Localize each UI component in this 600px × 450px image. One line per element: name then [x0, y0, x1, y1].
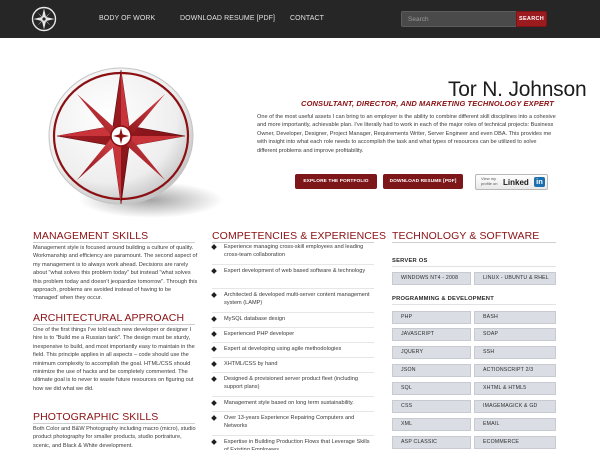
list-item-text: Expert development of web based software… — [224, 268, 366, 274]
divider — [392, 266, 556, 267]
management-skills-text: Management style is focused around build… — [33, 245, 198, 302]
tech-item: ECOMMERCE — [474, 436, 556, 449]
diamond-bullet-icon — [211, 400, 217, 406]
linkedin-profile-badge[interactable]: View my profile on Linked in — [475, 174, 548, 190]
download-resume-button[interactable]: DOWNLOAD RESUME [PDF] — [383, 174, 463, 189]
linkedin-wordmark: Linked — [503, 178, 529, 187]
explore-portfolio-button[interactable]: EXPLORE THE PORTFOLIO — [295, 174, 377, 189]
tech-item: SQL — [392, 382, 471, 395]
diamond-bullet-icon — [211, 316, 217, 322]
compass-emblem-logo — [48, 67, 223, 218]
list-item-text: Experience managing cross-skill employee… — [224, 244, 364, 259]
list-item: Expert at developing using agile methodo… — [211, 345, 374, 353]
linkedin-badge-line2: profile on — [481, 181, 498, 186]
diamond-bullet-icon — [211, 376, 217, 382]
architectural-approach-text: One of the first things I've told each n… — [33, 327, 195, 392]
tech-item: JAVASCRIPT — [392, 328, 471, 341]
tech-item: WINDOWS NT4 - 2008 — [392, 272, 471, 285]
diamond-bullet-icon — [211, 361, 217, 367]
list-item: Over 13-years Experience Repairing Compu… — [211, 414, 374, 431]
technology-heading: TECHNOLOGY & SOFTWARE — [392, 230, 540, 242]
list-item: Experience managing cross-skill employee… — [211, 243, 374, 260]
server-os-heading: SERVER OS — [392, 258, 428, 264]
management-skills-heading: MANAGEMENT SKILLS — [33, 230, 149, 242]
tech-item: EMAIL — [474, 418, 556, 431]
tech-item: JQUERY — [392, 346, 471, 359]
tech-item: LINUX - UBUNTU & RHEL — [474, 272, 556, 285]
list-item: Architected & developed multi-server con… — [211, 291, 374, 308]
photographic-skills-heading: PHOTOGRAPHIC SKILLS — [33, 411, 159, 423]
list-item: Expertise in Building Production Flows t… — [211, 438, 374, 450]
divider — [33, 242, 195, 243]
divider — [212, 372, 374, 373]
diamond-bullet-icon — [211, 439, 217, 445]
search-button[interactable]: SEARCH — [516, 11, 547, 27]
top-navbar: BODY OF WORK DOWNLOAD RESUME [PDF] CONTA… — [0, 0, 600, 38]
divider — [212, 357, 374, 358]
divider — [33, 423, 195, 424]
list-item-text: Expert at developing using agile methodo… — [224, 346, 342, 352]
divider — [212, 312, 374, 313]
diamond-bullet-icon — [211, 415, 217, 421]
list-item-text: Management style based on long term sust… — [224, 400, 354, 406]
architectural-approach-heading: ARCHITECTURAL APPROACH — [33, 312, 185, 324]
divider — [33, 324, 195, 325]
divider — [212, 342, 374, 343]
list-item-text: Architected & developed multi-server con… — [224, 292, 370, 307]
logo-icon[interactable] — [31, 6, 57, 32]
list-item: XHTML/CSS by hand — [211, 360, 374, 368]
list-item-text: Expertise in Building Production Flows t… — [224, 439, 370, 450]
divider — [212, 327, 374, 328]
divider — [212, 288, 374, 289]
list-item: Management style based on long term sust… — [211, 399, 374, 407]
nav-link-body-of-work[interactable]: BODY OF WORK — [99, 15, 155, 22]
photographic-skills-text: Both Color and B&W Photography including… — [33, 426, 196, 449]
list-item-text: Experienced PHP developer — [224, 331, 295, 337]
divider — [212, 396, 374, 397]
tech-item: ASP CLASSIC — [392, 436, 471, 449]
search-input[interactable] — [401, 11, 517, 27]
diamond-bullet-icon — [211, 331, 217, 337]
tech-item: XHTML & HTML5 — [474, 382, 556, 395]
list-item: Designed & provisioned server product fl… — [211, 375, 374, 392]
list-item: Expert development of web based software… — [211, 267, 374, 275]
tech-item: JSON — [392, 364, 471, 377]
divider — [212, 435, 374, 436]
tech-item: ACTIONSCRIPT 2/3 — [474, 364, 556, 377]
divider — [392, 242, 556, 243]
list-item-text: XHTML/CSS by hand — [224, 361, 278, 367]
list-item: Experienced PHP developer — [211, 330, 374, 338]
tech-item: XML — [392, 418, 471, 431]
divider — [392, 304, 556, 305]
tech-item: PHP — [392, 311, 471, 324]
tech-item: BASH — [474, 311, 556, 324]
list-item-text: MySQL database design — [224, 316, 286, 322]
nav-link-contact[interactable]: CONTACT — [290, 15, 324, 22]
tech-item: IMAGEMAGICK & GD — [474, 400, 556, 413]
programming-heading: PROGRAMMING & DEVELOPMENT — [392, 296, 494, 302]
tech-item: SOAP — [474, 328, 556, 341]
divider — [212, 264, 374, 265]
list-item-text: Designed & provisioned server product fl… — [224, 376, 359, 391]
hero-title: CONSULTANT, DIRECTOR, AND MARKETING TECH… — [301, 99, 554, 108]
diamond-bullet-icon — [211, 244, 217, 250]
nav-link-download-resume[interactable]: DOWNLOAD RESUME [PDF] — [180, 15, 275, 22]
linkedin-badge-caption: View my profile on — [481, 176, 497, 186]
list-item: MySQL database design — [211, 315, 374, 323]
linkedin-icon: in — [534, 177, 545, 187]
list-item-text: Over 13-years Experience Repairing Compu… — [224, 415, 355, 430]
diamond-bullet-icon — [211, 292, 217, 298]
tech-item: CSS — [392, 400, 471, 413]
divider — [212, 411, 374, 412]
tech-item: SSH — [474, 346, 556, 359]
diamond-bullet-icon — [211, 346, 217, 352]
diamond-bullet-icon — [211, 268, 217, 274]
hero-bio: One of the most useful assets I can brin… — [257, 114, 556, 154]
competencies-heading: COMPETENCIES & EXPERIENCES — [212, 230, 387, 242]
